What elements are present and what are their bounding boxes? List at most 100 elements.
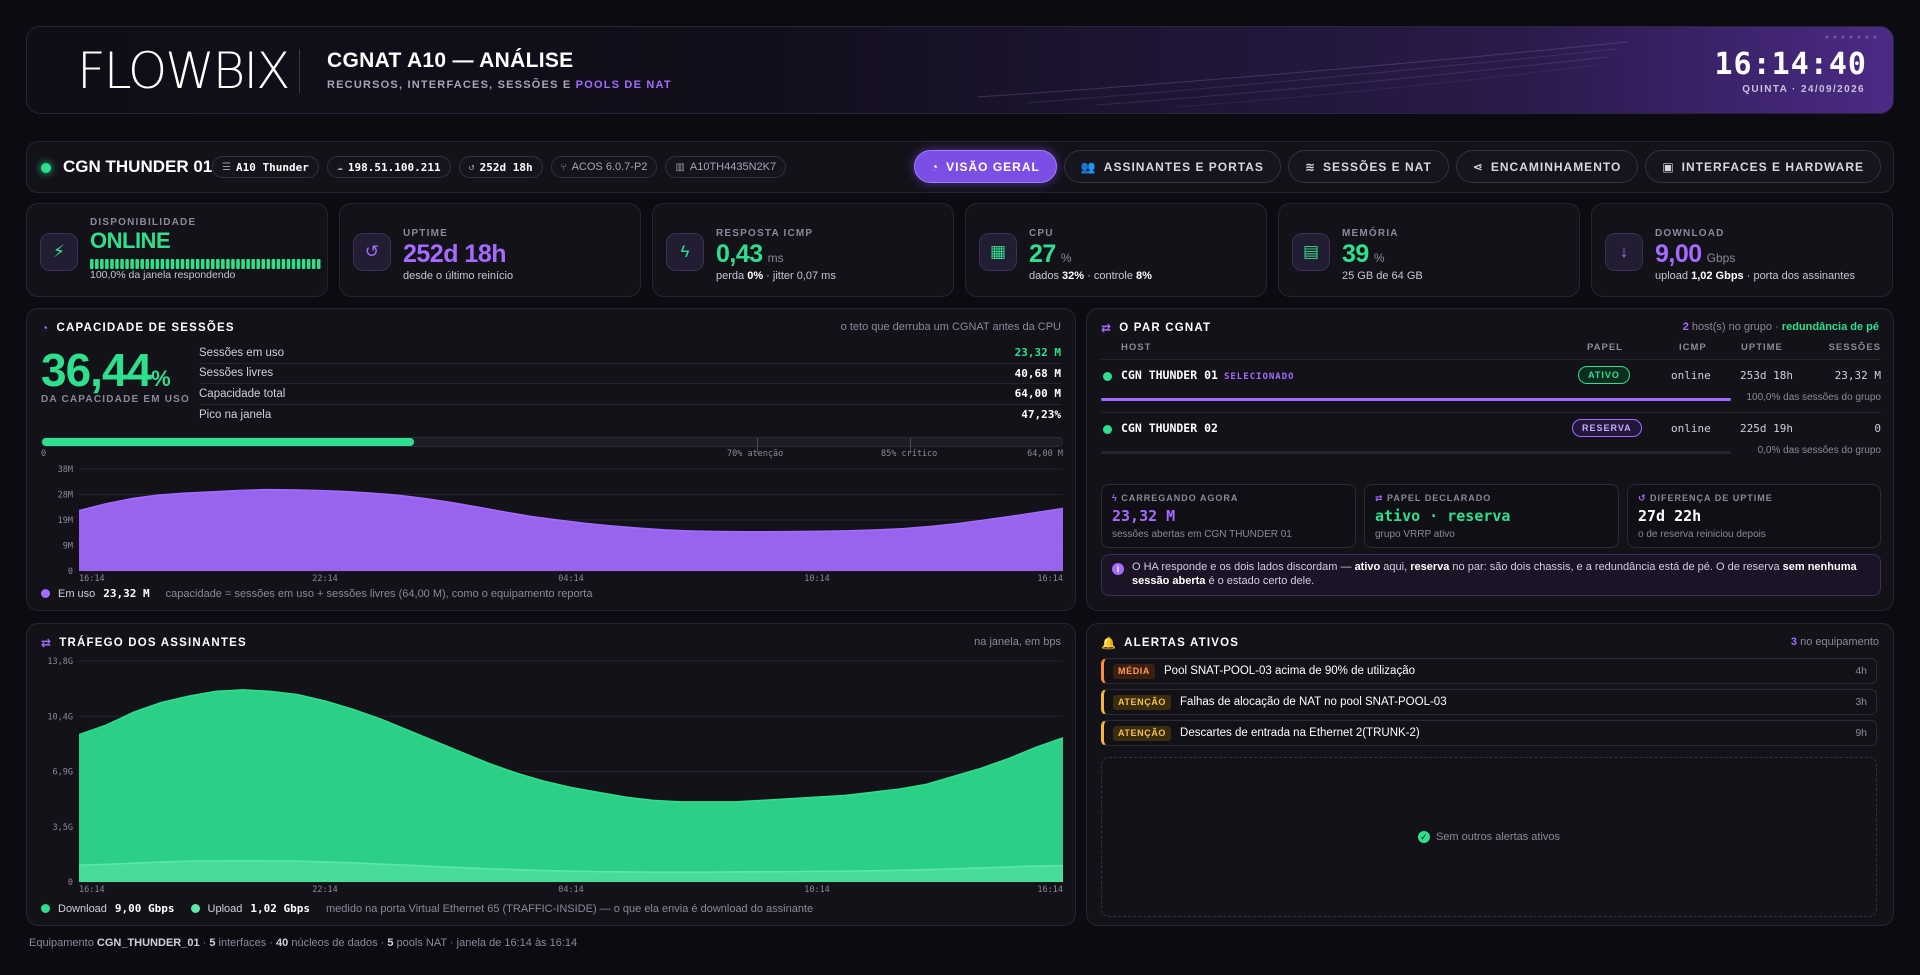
host-icmp: online: [1671, 369, 1711, 382]
barcode-icon: ▥: [675, 161, 685, 173]
traffic-panel: ⇄ TRÁFEGO DOS ASSINANTES na janela, em bp…: [26, 623, 1076, 926]
alert-item[interactable]: ATENÇÃO Descartes de entrada na Ethernet…: [1101, 720, 1877, 746]
chip-serial: ▥ A10TH4435N2K7: [665, 156, 787, 178]
download-icon: ↓: [1605, 233, 1643, 271]
availability-segment: [125, 259, 129, 269]
host-sessions: 0: [1874, 422, 1881, 435]
card-label-text: CARREGANDO AGORA: [1121, 493, 1239, 503]
col-uptime: UPTIME: [1741, 342, 1783, 353]
y-tick-label: 38M: [58, 465, 73, 475]
kpi-sub-strong: 8%: [1136, 270, 1152, 282]
tab-sessions-label: SESSÕES E NAT: [1322, 159, 1432, 174]
availability-segment: [206, 259, 210, 269]
availability-segment: [180, 259, 185, 269]
selected-tag: SELECIONADO: [1223, 372, 1295, 382]
stat-label: Pico na janela: [199, 408, 272, 421]
availability-segment: [261, 259, 266, 269]
x-tick-label: 16:14: [79, 885, 105, 895]
pair-row[interactable]: CGN THUNDER 02 RESERVA online 225d 19h 0…: [1101, 412, 1881, 456]
sync-icon: ⇄: [1375, 493, 1388, 503]
history-icon: ↺: [468, 161, 475, 173]
availability-segment: [231, 259, 235, 269]
y-tick-label: 28M: [58, 491, 73, 501]
availability-segment: [170, 259, 175, 269]
tab-hardware[interactable]: ▣ INTERFACES E HARDWARE: [1645, 150, 1881, 183]
card-sub: grupo VRRP ativo: [1375, 529, 1455, 540]
capacity-percent-value: 36,44: [41, 344, 152, 396]
panel-note: o teto que derruba um CGNAT antes da CPU: [840, 321, 1061, 333]
kpi-label: RESPOSTA ICMP: [716, 228, 814, 239]
tab-sessions[interactable]: ≋ SESSÕES E NAT: [1287, 150, 1449, 183]
kpi-value: 252d 18h: [403, 240, 507, 268]
col-sessions: SESSÕES: [1828, 342, 1881, 353]
kpi-sub: upload 1,02 Gbps · porta dos assinantes: [1655, 270, 1855, 282]
availability-segment: [195, 259, 200, 269]
sessions-panel: ◔ CAPACIDADE DE SESSÕES o teto que derrub…: [26, 308, 1076, 611]
availability-segment: [185, 259, 190, 269]
panel-title-text: ALERTAS ATIVOS: [1124, 637, 1240, 649]
capacity-percent-unit: %: [151, 366, 171, 391]
y-tick-label: 6,9G: [53, 768, 73, 778]
card-current-load: ϟ CARREGANDO AGORA 23,32 M sessões abert…: [1101, 484, 1356, 548]
footer-text: ·: [199, 937, 210, 949]
col-icmp: ICMP: [1679, 342, 1707, 353]
session-share-bar: [1101, 398, 1731, 401]
stat-label: Sessões em uso: [199, 346, 285, 359]
share-icon: ⋖: [1472, 159, 1484, 174]
panel-title-text: CAPACIDADE DE SESSÕES: [56, 322, 235, 334]
area-series-em-uso: [79, 489, 1063, 571]
card-label: ↺ DIFERENÇA DE UPTIME: [1638, 493, 1773, 504]
kpi-sub: dados 32% · controle 8%: [1029, 270, 1152, 282]
availability-segment: [120, 259, 124, 269]
app-header: FLOWBIX CGNAT A10 — ANÁLISE RECURSOS, IN…: [26, 26, 1894, 114]
kpi-sub: perda 0% · jitter 0,07 ms: [716, 270, 836, 282]
alert-item[interactable]: MÉDIA Pool SNAT-POOL-03 acima de 90% de …: [1101, 658, 1877, 684]
availability-segment: [145, 259, 150, 269]
bolt-icon: ϟ: [666, 233, 704, 271]
ha-info-box: i O HA responde e os dois lados discorda…: [1101, 554, 1881, 596]
availability-segment: [246, 259, 250, 269]
x-tick-label: 10:14: [804, 574, 830, 581]
alert-item[interactable]: ATENÇÃO Falhas de alocação de NAT no poo…: [1101, 689, 1877, 715]
pair-row-selected[interactable]: CGN THUNDER 01 SELECIONADO ATIVO online 2…: [1101, 359, 1881, 403]
kpi-sub: desde o último reinício: [403, 270, 514, 282]
card-value: 23,32 M: [1112, 507, 1176, 525]
tab-overview[interactable]: ◔ VISÃO GERAL: [913, 150, 1057, 183]
tab-subscribers[interactable]: 👥 ASSINANTES E PORTAS: [1063, 150, 1281, 183]
y-tick-label: 10,4G: [47, 712, 73, 722]
device-chips: ☰ A10 Thunder ☁ 198.51.100.211 ↺ 252d 18h ⑂…: [212, 156, 787, 178]
availability-segment: [276, 259, 281, 269]
role-badge: ATIVO: [1578, 366, 1630, 384]
legend-label: Download: [58, 902, 107, 915]
legend-value: 9,00 Gbps: [114, 902, 175, 915]
clock: 16:14:40: [1714, 47, 1867, 82]
x-tick-label: 16:14: [1037, 885, 1063, 895]
availability-segment: [155, 259, 160, 269]
panel-title: ◔ CAPACIDADE DE SESSÕES: [41, 321, 235, 335]
stat-row: Pico na janela 47,23%: [199, 405, 1061, 426]
availability-segment: [286, 259, 291, 269]
tab-routing[interactable]: ⋖ ENCAMINHAMENTO: [1455, 150, 1639, 183]
device-name: CGN THUNDER 01: [63, 157, 213, 176]
x-tick-label: 10:14: [804, 885, 830, 895]
panel-note: 2 host(s) no grupo · redundância de pé: [1683, 321, 1879, 333]
clock-date: QUINTA · 24/09/2026: [1742, 84, 1865, 95]
footer-text: pools NAT · janela de 16:14 às 16:14: [393, 937, 578, 949]
chip-uptime: ↺ 252d 18h: [458, 156, 543, 178]
kpi-value: 27%: [1029, 240, 1071, 269]
y-tick-label: 13,8G: [47, 657, 73, 667]
kpi-sub-text: dados: [1029, 270, 1063, 282]
host-status-dot: [1103, 425, 1112, 434]
kpi-value: 39%: [1342, 240, 1384, 269]
panel-note: na janela, em bps: [974, 636, 1061, 648]
availability-segment: [306, 259, 311, 269]
sync-icon: ⇄: [1101, 321, 1113, 335]
chip-model-label: A10 Thunder: [235, 160, 309, 174]
kpi-unit: %: [1373, 251, 1385, 265]
card-label-text: DIFERENÇA DE UPTIME: [1650, 493, 1773, 503]
x-tick-label: 04:14: [558, 574, 584, 581]
kpi-label: UPTIME: [403, 228, 448, 239]
info-text: no par: são dois chassis, e a redundânci…: [1449, 561, 1783, 573]
panel-title: 🔔 ALERTAS ATIVOS: [1101, 636, 1239, 650]
kpi-sub-strong: 0%: [747, 270, 764, 282]
